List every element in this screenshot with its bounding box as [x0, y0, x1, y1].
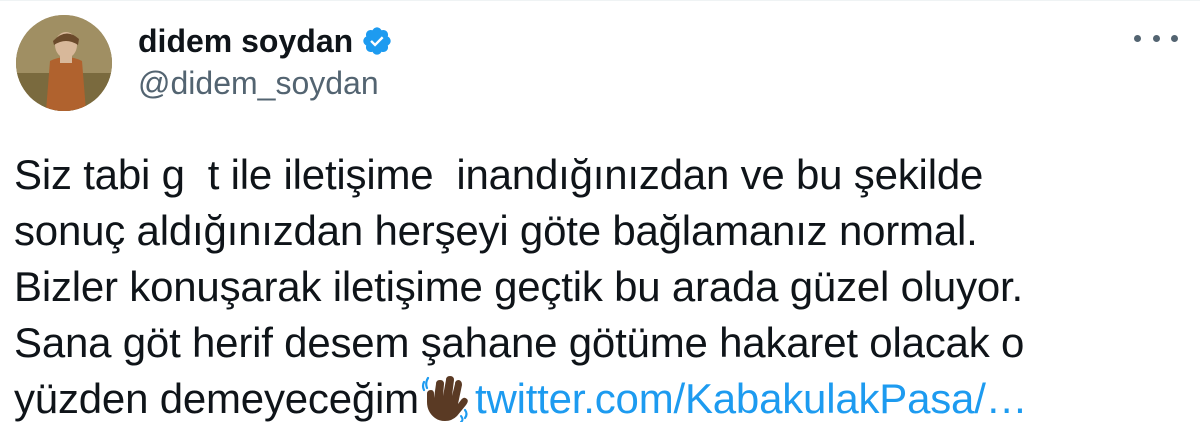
tweet-text-line: sonuç aldığınızdan herşeyi göte bağlaman…	[14, 207, 978, 254]
more-options-icon[interactable]	[1134, 23, 1178, 53]
tweet-text-line: Sana göt herif desem şahane götüme hakar…	[14, 319, 1025, 366]
tweet-link[interactable]: twitter.com/KabakulakPasa/…	[475, 375, 1028, 422]
tweet-card: didem soydan @didem_soydan Siz tabi g t …	[0, 0, 1200, 441]
waving-hand-icon	[421, 374, 471, 423]
dot	[1134, 34, 1141, 42]
author-handle[interactable]: @didem_soydan	[138, 63, 379, 103]
tweet-text-line: yüzden demeyeceğim	[14, 375, 419, 422]
tweet-text-line: Siz tabi g t ile iletişime inandığınızda…	[14, 151, 984, 198]
avatar[interactable]	[16, 15, 112, 111]
avatar-photo	[16, 15, 112, 111]
verified-badge-icon	[361, 25, 393, 57]
tweet-text-last-line: yüzden demeyeceğim twitter.com/Kabakulak…	[14, 371, 1184, 427]
author-display-name[interactable]: didem soydan	[138, 19, 353, 63]
tweet-text-line: Bizler konuşarak iletişime geçtik bu ara…	[14, 263, 1023, 310]
dot	[1152, 34, 1160, 42]
tweet-text: Siz tabi g t ile iletişime inandığınızda…	[14, 147, 1184, 427]
dot	[1171, 34, 1178, 42]
author-name-row: didem soydan	[138, 19, 393, 63]
